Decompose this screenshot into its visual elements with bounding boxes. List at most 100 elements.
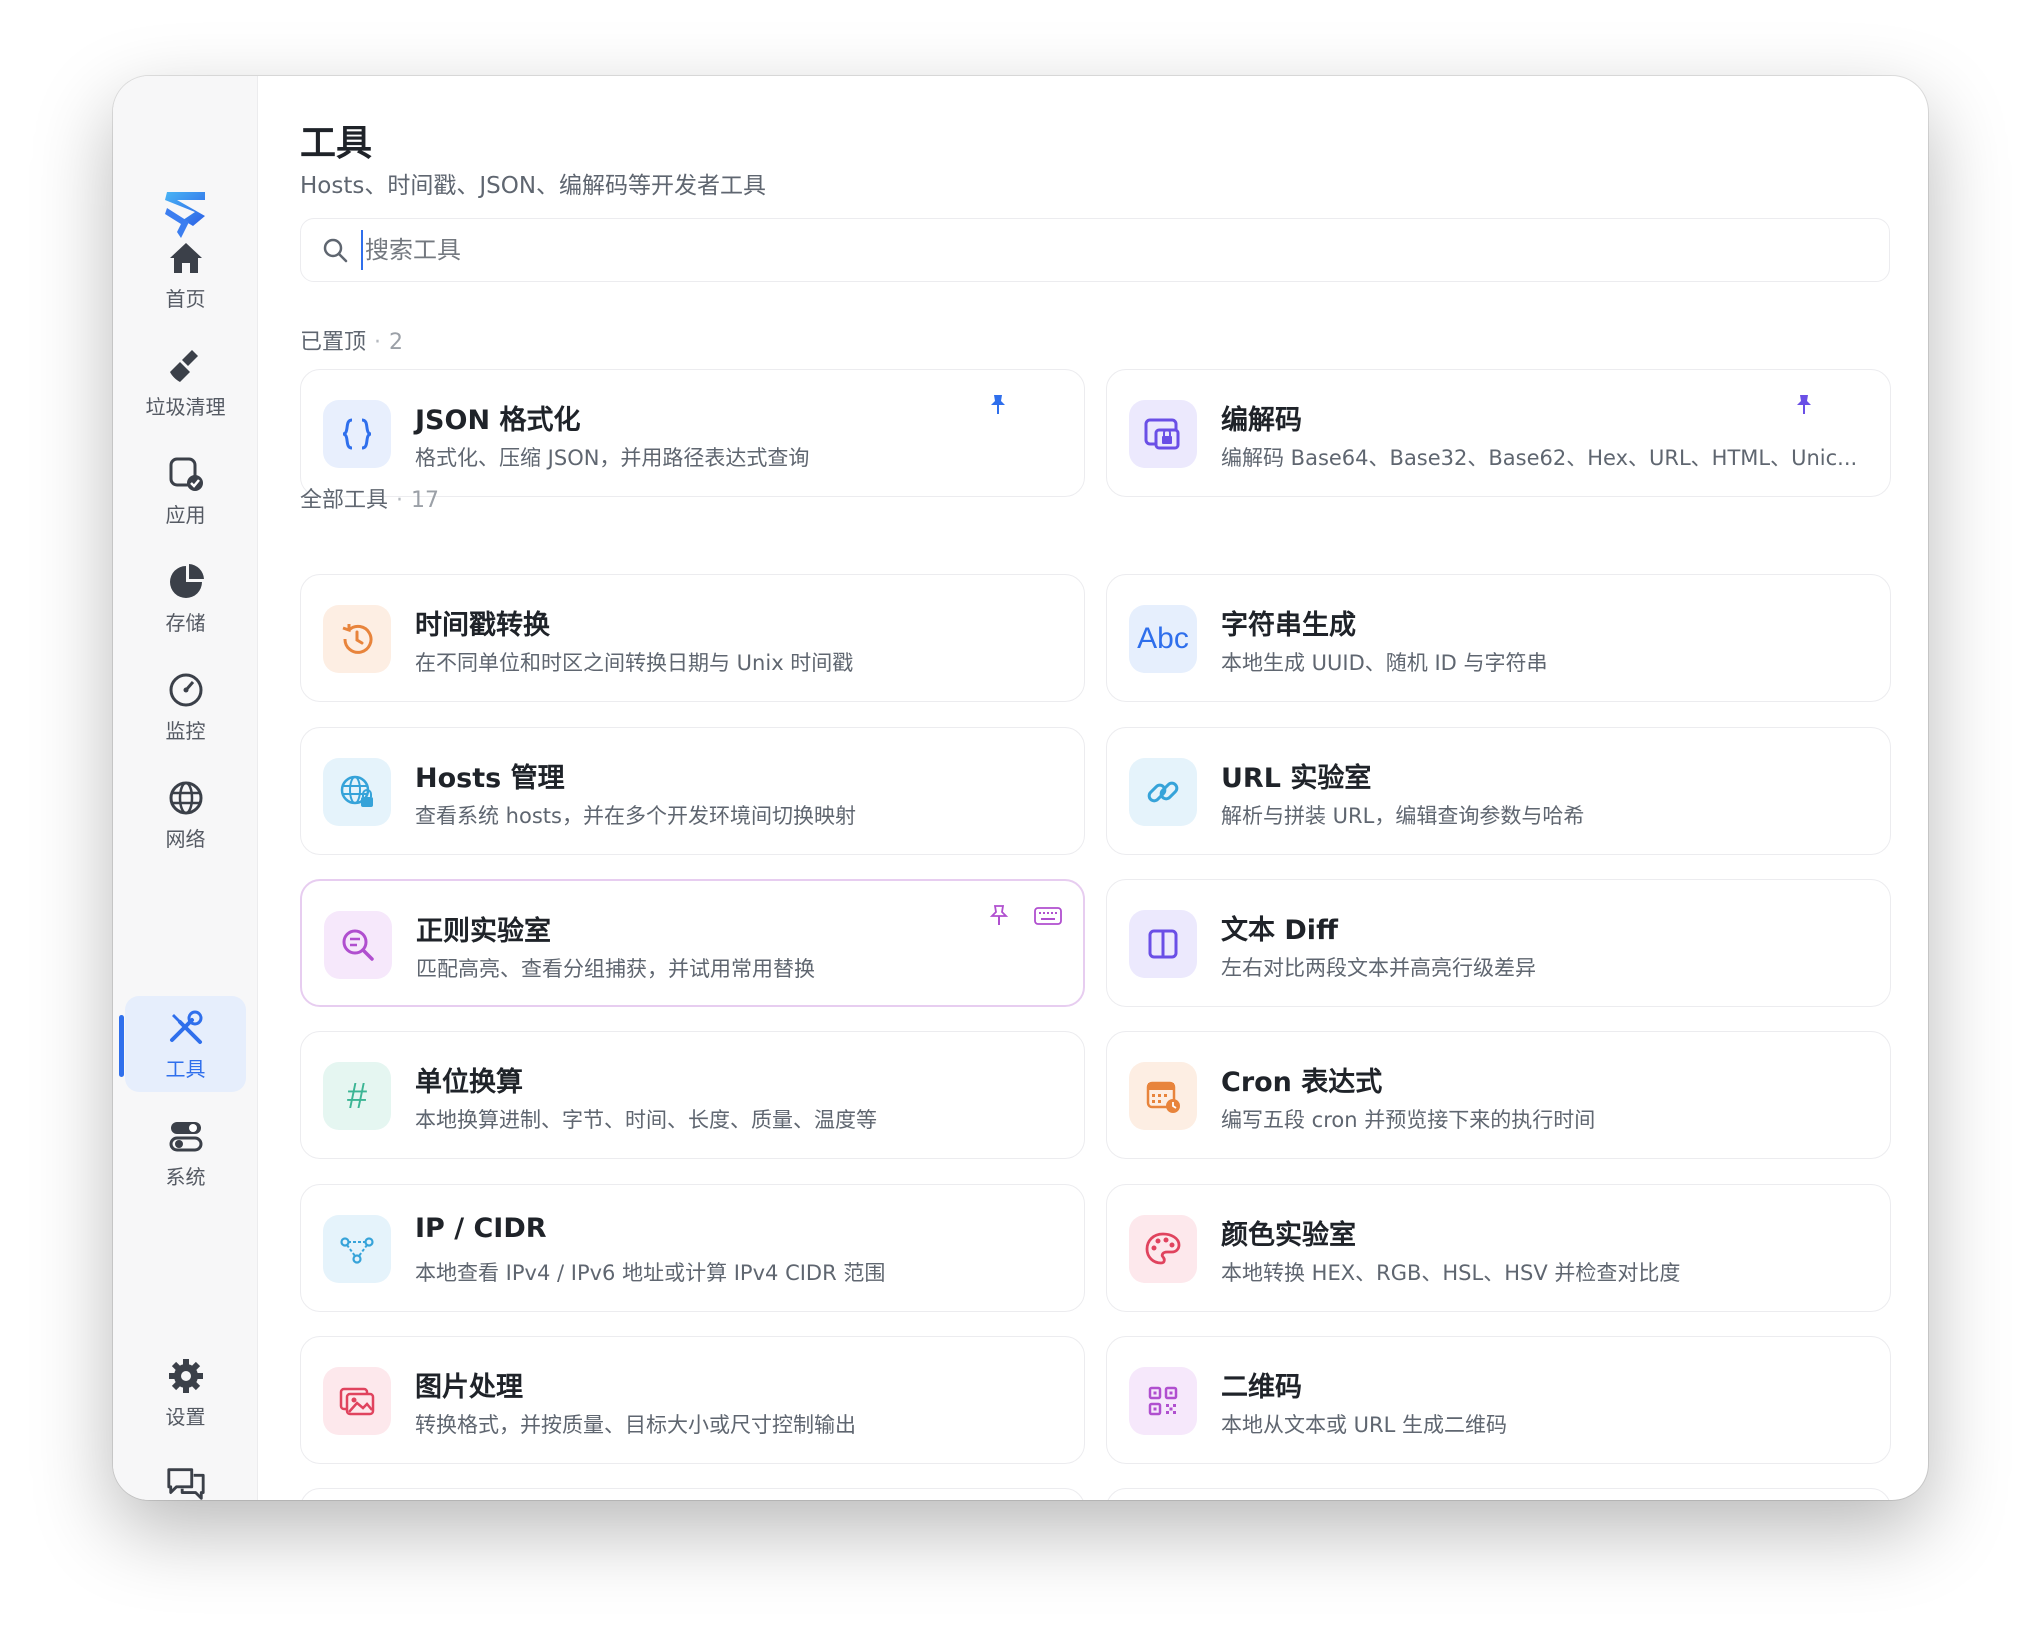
network-nodes-icon <box>323 1215 391 1283</box>
page-title: 工具 <box>300 123 373 164</box>
clock-history-icon <box>323 605 391 673</box>
tool-card-unit-convert[interactable]: # 单位换算 本地换算进制、字节、时间、长度、质量、温度等 <box>300 1031 1085 1159</box>
sidebar-item-label: 首页 <box>165 286 206 311</box>
tool-card-timestamp[interactable]: 时间戳转换 在不同单位和时区之间转换日期与 Unix 时间戳 <box>300 574 1085 702</box>
tool-card-desc: 本地换算进制、字节、时间、长度、质量、温度等 <box>415 1108 877 1132</box>
sidebar-item-system[interactable]: 系统 <box>125 1104 246 1200</box>
sidebar-item-label: 应用 <box>165 502 206 527</box>
sidebar-item-cleanup[interactable]: 垃圾清理 <box>125 334 246 430</box>
all-tools-section-header: 全部工具 · 17 <box>300 488 440 513</box>
tool-card-title: 正则实验室 <box>416 916 551 947</box>
sidebar-item-label: 网络 <box>165 826 206 851</box>
broom-icon <box>165 345 207 387</box>
gear-icon <box>165 1355 207 1397</box>
tool-card-desc: 格式化、压缩 JSON，并用路径表达式查询 <box>415 446 810 470</box>
tool-card-url[interactable]: URL 实验室 解析与拼装 URL，编辑查询参数与哈希 <box>1106 727 1891 855</box>
braces-icon <box>323 400 391 468</box>
sidebar-item-label: 设置 <box>165 1404 206 1429</box>
tool-card-title: 时间戳转换 <box>415 610 550 641</box>
tool-card-partial[interactable] <box>1106 1488 1891 1500</box>
pinned-section-header: 已置顶 · 2 <box>300 330 404 355</box>
tool-card-cron[interactable]: Cron 表达式 编写五段 cron 并预览接下来的执行时间 <box>1106 1031 1891 1159</box>
tool-card-desc: 本地生成 UUID、随机 ID 与字符串 <box>1221 651 1548 675</box>
tool-card-title: 字符串生成 <box>1221 610 1356 641</box>
sidebar-item-label: 存储 <box>165 610 206 635</box>
search-regex-icon <box>324 911 392 979</box>
tools-icon <box>165 1007 207 1049</box>
tool-card-desc: 转换格式，并按质量、目标大小或尺寸控制输出 <box>415 1413 856 1437</box>
tool-card-title: Hosts 管理 <box>415 763 565 794</box>
pin-icon[interactable] <box>986 392 1010 416</box>
tool-card-partial[interactable] <box>300 1488 1085 1500</box>
all-tools-count: 17 <box>411 488 440 513</box>
sidebar-item-settings[interactable]: 设置 <box>125 1344 246 1440</box>
active-indicator <box>119 1015 124 1077</box>
pin-icon[interactable] <box>1792 392 1816 416</box>
tool-card-color-lab[interactable]: 颜色实验室 本地转换 HEX、RGB、HSL、HSV 并检查对比度 <box>1106 1184 1891 1312</box>
tool-card-desc: 查看系统 hosts，并在多个开发环境间切换映射 <box>415 804 856 828</box>
tool-card-title: Cron 表达式 <box>1221 1067 1383 1098</box>
home-icon <box>165 237 207 279</box>
sidebar-item-monitor[interactable]: 监控 <box>125 658 246 754</box>
tool-card-json[interactable]: JSON 格式化 格式化、压缩 JSON，并用路径表达式查询 <box>300 369 1085 497</box>
search-icon <box>323 238 348 263</box>
tool-card-desc: 编解码 Base64、Base32、Base62、Hex、URL、HTML、Un… <box>1221 446 1858 470</box>
tool-card-title: 图片处理 <box>415 1372 523 1403</box>
tool-card-text-diff[interactable]: 文本 Diff 左右对比两段文本并高亮行级差异 <box>1106 879 1891 1007</box>
toggles-icon <box>165 1115 207 1157</box>
pinned-section-label: 已置顶 <box>300 330 367 355</box>
search-input[interactable] <box>361 230 1811 270</box>
hash-icon: # <box>323 1062 391 1130</box>
sidebar-item-storage[interactable]: 存储 <box>125 550 246 646</box>
abc-icon: Abc <box>1129 605 1197 673</box>
tool-card-qrcode[interactable]: 二维码 本地从文本或 URL 生成二维码 <box>1106 1336 1891 1464</box>
pinned-count: 2 <box>389 330 404 355</box>
sidebar: 首页 垃圾清理 应用 存储 监控 网络 工具 系统 设置 <box>113 76 258 1500</box>
sidebar-item-label: 监控 <box>165 718 206 743</box>
keyboard-icon[interactable] <box>1033 905 1063 927</box>
page-subtitle: Hosts、时间戳、JSON、编解码等开发者工具 <box>300 173 767 199</box>
tool-card-title: 二维码 <box>1221 1372 1302 1403</box>
sidebar-item-feedback[interactable]: 反馈 <box>125 1451 246 1500</box>
tool-card-title: URL 实验室 <box>1221 763 1372 794</box>
globe-icon <box>165 777 207 819</box>
tool-card-hosts[interactable]: Hosts 管理 查看系统 hosts，并在多个开发环境间切换映射 <box>300 727 1085 855</box>
tool-card-string-gen[interactable]: Abc 字符串生成 本地生成 UUID、随机 ID 与字符串 <box>1106 574 1891 702</box>
abc-icon-text: Abc <box>1137 622 1189 655</box>
tool-card-desc: 解析与拼装 URL，编辑查询参数与哈希 <box>1221 804 1585 828</box>
sidebar-item-apps[interactable]: 应用 <box>125 442 246 538</box>
gauge-icon <box>165 669 207 711</box>
tool-card-title: 单位换算 <box>415 1067 523 1098</box>
tool-card-desc: 本地转换 HEX、RGB、HSL、HSV 并检查对比度 <box>1221 1261 1681 1285</box>
tool-card-regex[interactable]: 正则实验室 匹配高亮、查看分组捕获，并试用常用替换 <box>300 879 1085 1007</box>
tool-card-codec[interactable]: 编解码 编解码 Base64、Base32、Base62、Hex、URL、HTM… <box>1106 369 1891 497</box>
sidebar-item-network[interactable]: 网络 <box>125 766 246 862</box>
main-content: 工具 Hosts、时间戳、JSON、编解码等开发者工具 已置顶·2 JSON 格… <box>258 76 1928 1500</box>
lock-window-icon <box>1129 400 1197 468</box>
tool-card-title: 颜色实验室 <box>1221 1220 1356 1251</box>
sidebar-item-label: 垃圾清理 <box>145 394 226 419</box>
qr-code-icon <box>1129 1367 1197 1435</box>
tool-card-title: JSON 格式化 <box>415 405 581 436</box>
palette-icon <box>1129 1215 1197 1283</box>
tool-card-desc: 本地从文本或 URL 生成二维码 <box>1221 1413 1508 1437</box>
tool-card-title: 编解码 <box>1221 405 1302 436</box>
tool-card-ip-cidr[interactable]: IP / CIDR 本地查看 IPv4 / IPv6 地址或计算 IPv4 CI… <box>300 1184 1085 1312</box>
split-view-icon <box>1129 910 1197 978</box>
pin-outline-icon[interactable] <box>987 903 1011 927</box>
tool-card-title: 文本 Diff <box>1221 915 1338 946</box>
sidebar-item-label: 工具 <box>165 1056 206 1081</box>
hash-icon-text: # <box>346 1075 368 1116</box>
images-icon <box>323 1367 391 1435</box>
sidebar-item-tools[interactable]: 工具 <box>125 996 246 1092</box>
tool-card-desc: 左右对比两段文本并高亮行级差异 <box>1221 956 1536 980</box>
tool-card-image[interactable]: 图片处理 转换格式，并按质量、目标大小或尺寸控制输出 <box>300 1336 1085 1464</box>
search-bar[interactable] <box>300 218 1890 282</box>
link-icon <box>1129 758 1197 826</box>
all-tools-section-label: 全部工具 <box>300 488 389 513</box>
app-check-icon <box>165 453 207 495</box>
sidebar-item-home[interactable]: 首页 <box>125 226 246 322</box>
pie-chart-icon <box>165 561 207 603</box>
globe-lock-icon <box>323 758 391 826</box>
sidebar-item-label: 系统 <box>165 1164 206 1189</box>
